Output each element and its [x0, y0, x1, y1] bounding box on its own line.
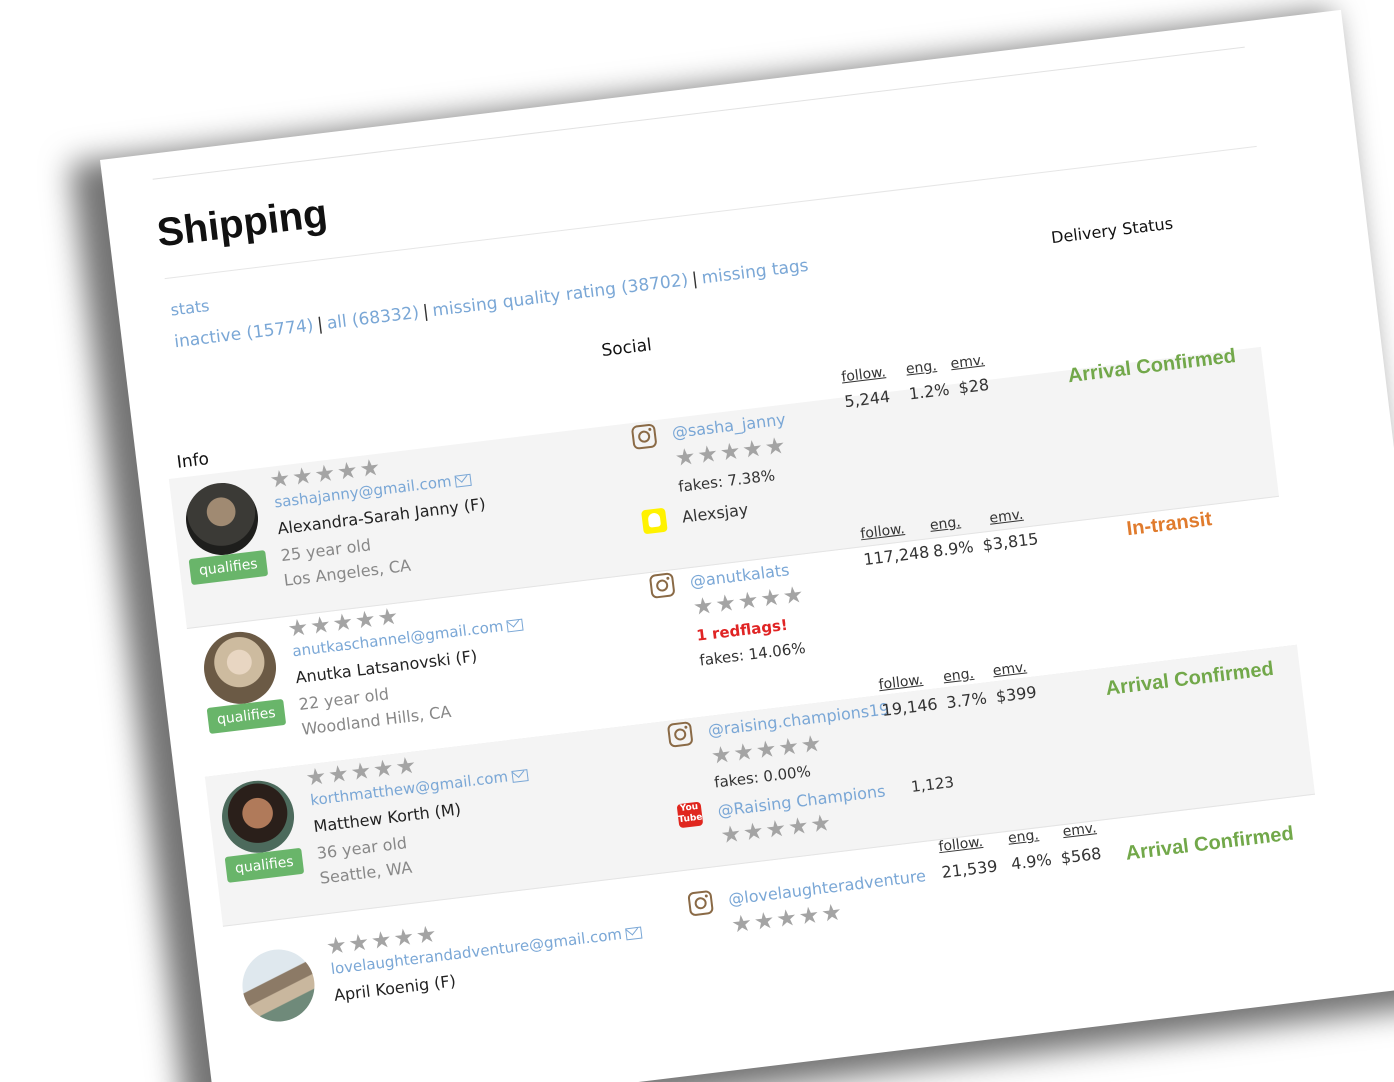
avatar[interactable] [238, 945, 319, 1026]
follow-count: 5,244 [843, 386, 892, 412]
separator: | [690, 269, 699, 290]
info-header: Info [175, 449, 211, 473]
delivery-status-header: Delivery Status [1050, 213, 1174, 248]
engagement-rate: 3.7% [945, 688, 988, 713]
qualifies-badge: qualifies [224, 847, 305, 883]
screenshot-stage: Shipping stats inactive (15774)|all (683… [0, 0, 1394, 1082]
social-rating-stars[interactable]: ★★★★★ [730, 899, 845, 938]
follow-count: 19,146 [880, 694, 939, 720]
redflags-warning[interactable]: 1 redflags! [695, 616, 788, 645]
qualifies-badge: qualifies [188, 550, 269, 586]
youtube-icon: You Tube [676, 801, 704, 829]
youtube-subscriber-count: 1,123 [910, 772, 955, 797]
mail-icon[interactable] [511, 768, 529, 783]
filter-inactive-link[interactable]: inactive (15774) [173, 316, 314, 353]
snapchat-handle: Alexsjay [680, 499, 750, 527]
separator: | [316, 314, 325, 336]
location: Seattle, WA [318, 857, 414, 888]
mail-icon[interactable] [625, 926, 643, 940]
divider [164, 145, 1257, 280]
age: 22 year old [297, 684, 390, 714]
mail-icon[interactable] [506, 618, 524, 632]
delivery-status: Arrival Confirmed [1066, 345, 1238, 388]
fakes-percentage: fakes: 7.38% [677, 466, 776, 496]
filter-missing-quality-link[interactable]: missing quality rating (38702) [431, 270, 689, 321]
age: 25 year old [279, 535, 372, 566]
eng-header[interactable]: eng. [905, 358, 938, 378]
emv-header[interactable]: emv. [1062, 820, 1098, 840]
delivery-status: Arrival Confirmed [1104, 657, 1275, 700]
shipping-page-sheet: Shipping stats inactive (15774)|all (683… [100, 9, 1394, 1082]
stats-link[interactable]: stats [169, 296, 210, 320]
emv-header[interactable]: emv. [950, 352, 986, 372]
influencer-name: April Koenig (F) [332, 971, 457, 1005]
instagram-icon [648, 572, 676, 599]
snapchat-icon [641, 507, 668, 535]
divider [152, 46, 1245, 180]
instagram-icon [630, 423, 658, 450]
filter-bar: inactive (15774)|all (68332)|missing qua… [173, 256, 809, 353]
age: 36 year old [315, 833, 408, 863]
emv-value: $568 [1059, 843, 1103, 868]
follow-count: 21,539 [940, 856, 999, 882]
instagram-icon [666, 721, 694, 748]
delivery-status: In-transit [1125, 508, 1214, 541]
social-header: Social [600, 335, 653, 362]
emv-value: $399 [994, 682, 1038, 707]
follow-count: 117,248 [862, 542, 931, 570]
emv-value: $28 [957, 374, 991, 398]
instagram-icon [687, 889, 714, 917]
qualifies-badge: qualifies [206, 698, 287, 734]
avatar[interactable] [217, 776, 299, 857]
engagement-rate: 1.2% [907, 379, 951, 404]
mail-icon[interactable] [454, 473, 473, 488]
filter-missing-tags-link[interactable]: missing tags [701, 256, 810, 289]
filter-all-link[interactable]: all (68332) [326, 303, 420, 334]
separator: | [421, 301, 430, 323]
fakes-percentage: fakes: 14.06% [698, 638, 807, 670]
avatar[interactable] [199, 627, 281, 708]
avatar[interactable] [181, 478, 263, 560]
page-title: Shipping [154, 191, 330, 256]
follow-header[interactable]: follow. [841, 364, 887, 385]
engagement-rate: 8.9% [931, 536, 975, 561]
delivery-status: Arrival Confirmed [1124, 822, 1295, 865]
eng-header[interactable]: eng. [1007, 827, 1040, 847]
emv-value: $3,815 [981, 529, 1040, 555]
engagement-rate: 4.9% [1010, 849, 1053, 874]
